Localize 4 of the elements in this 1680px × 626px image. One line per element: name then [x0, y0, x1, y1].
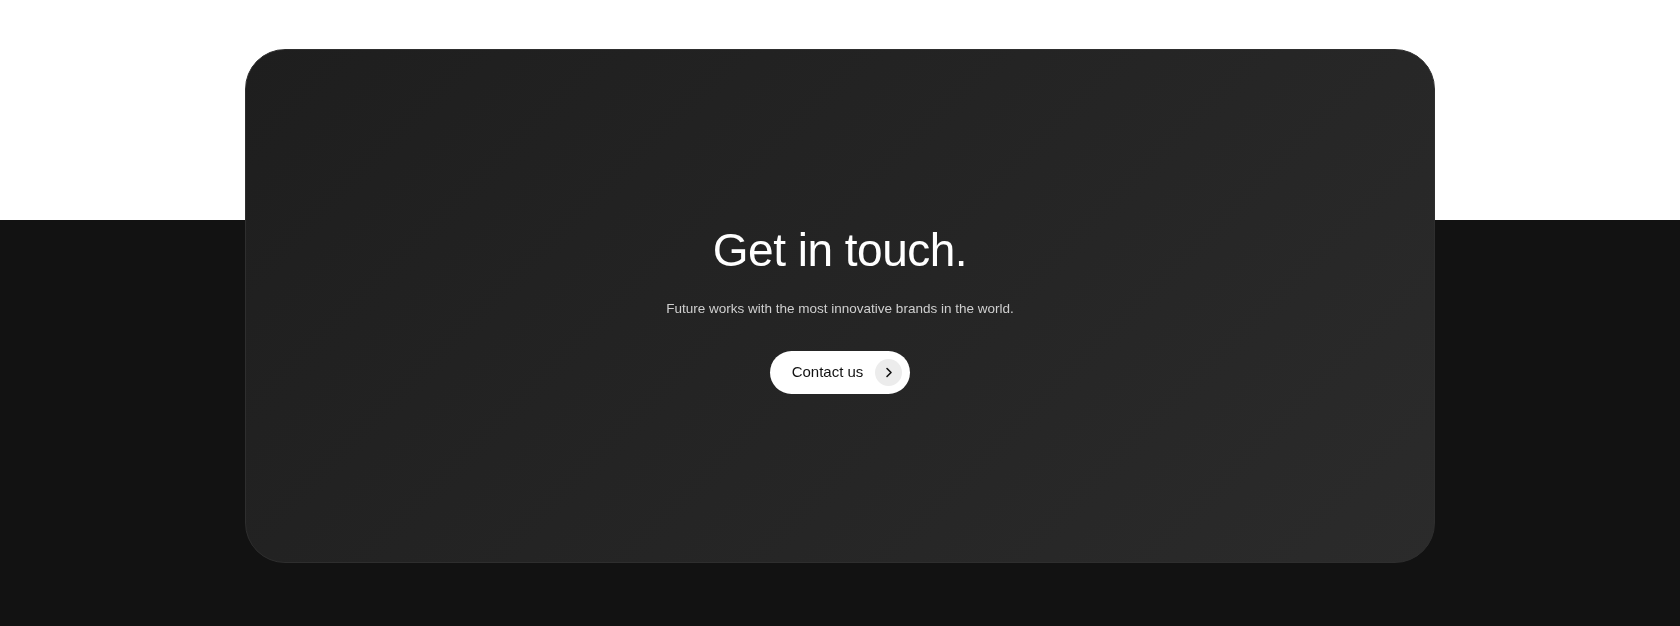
chevron-right-icon — [875, 359, 903, 386]
section-subtitle: Future works with the most innovative brands in the world. — [666, 300, 1014, 318]
contact-button[interactable]: Contact us — [769, 351, 911, 394]
section-title: Get in touch. — [712, 226, 968, 274]
